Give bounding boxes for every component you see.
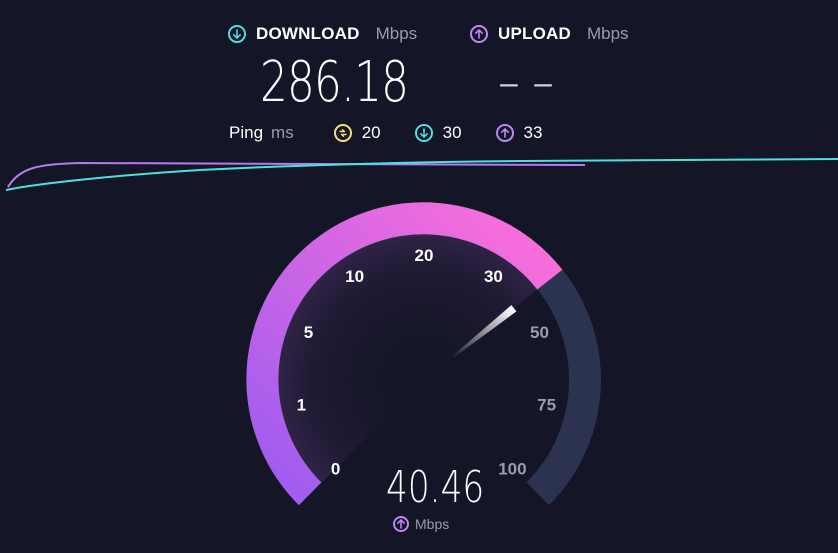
gauge-tick-label: 50 bbox=[530, 323, 549, 342]
arrow-down-circle-icon bbox=[414, 124, 433, 142]
upload-label: UPLOAD bbox=[498, 24, 571, 43]
upload-metric: UPLOAD Mbps – – bbox=[470, 20, 629, 130]
ping-label: Ping bbox=[229, 123, 264, 142]
arrow-up-circle-icon bbox=[393, 516, 409, 532]
arrow-up-circle-icon bbox=[495, 124, 514, 142]
gauge-tick-label: 1 bbox=[297, 395, 306, 414]
upload-value: – – bbox=[498, 50, 554, 115]
gauge-tick-label: 100 bbox=[498, 459, 526, 478]
current-speed-value: 40.46 bbox=[386, 462, 485, 513]
ping-upload-value: 33 bbox=[523, 123, 543, 142]
gauge-tick-label: 5 bbox=[304, 323, 313, 342]
ping-download-value: 30 bbox=[442, 123, 462, 142]
speed-history-graph bbox=[5, 158, 838, 191]
arrow-up-circle-icon bbox=[470, 25, 488, 43]
ping-idle: 20 bbox=[333, 123, 381, 143]
download-metric: DOWNLOAD Mbps 286.18 bbox=[228, 20, 417, 130]
current-speed-unit-row: Mbps bbox=[393, 516, 449, 532]
gauge-tick-label: 0 bbox=[331, 459, 340, 478]
jitter-icon bbox=[333, 124, 352, 142]
gauge-tick-label: 10 bbox=[345, 267, 364, 286]
ping-idle-value: 20 bbox=[361, 123, 381, 142]
ping-unit: ms bbox=[271, 123, 294, 142]
gauge-tick-label: 20 bbox=[415, 246, 434, 265]
upload-unit: Mbps bbox=[586, 24, 629, 43]
gauge-tick-label: 75 bbox=[537, 395, 556, 414]
ping-upload: 33 bbox=[495, 123, 543, 143]
arrow-down-circle-icon bbox=[228, 25, 246, 43]
download-unit: Mbps bbox=[375, 24, 418, 43]
ping-download: 30 bbox=[414, 123, 462, 143]
current-speed-unit: Mbps bbox=[415, 516, 450, 532]
download-value: 286.18 bbox=[260, 50, 409, 115]
ping-row: Ping ms 20 30 33 bbox=[229, 120, 576, 146]
gauge-tick-label: 30 bbox=[484, 267, 503, 286]
download-label: DOWNLOAD bbox=[256, 24, 360, 43]
